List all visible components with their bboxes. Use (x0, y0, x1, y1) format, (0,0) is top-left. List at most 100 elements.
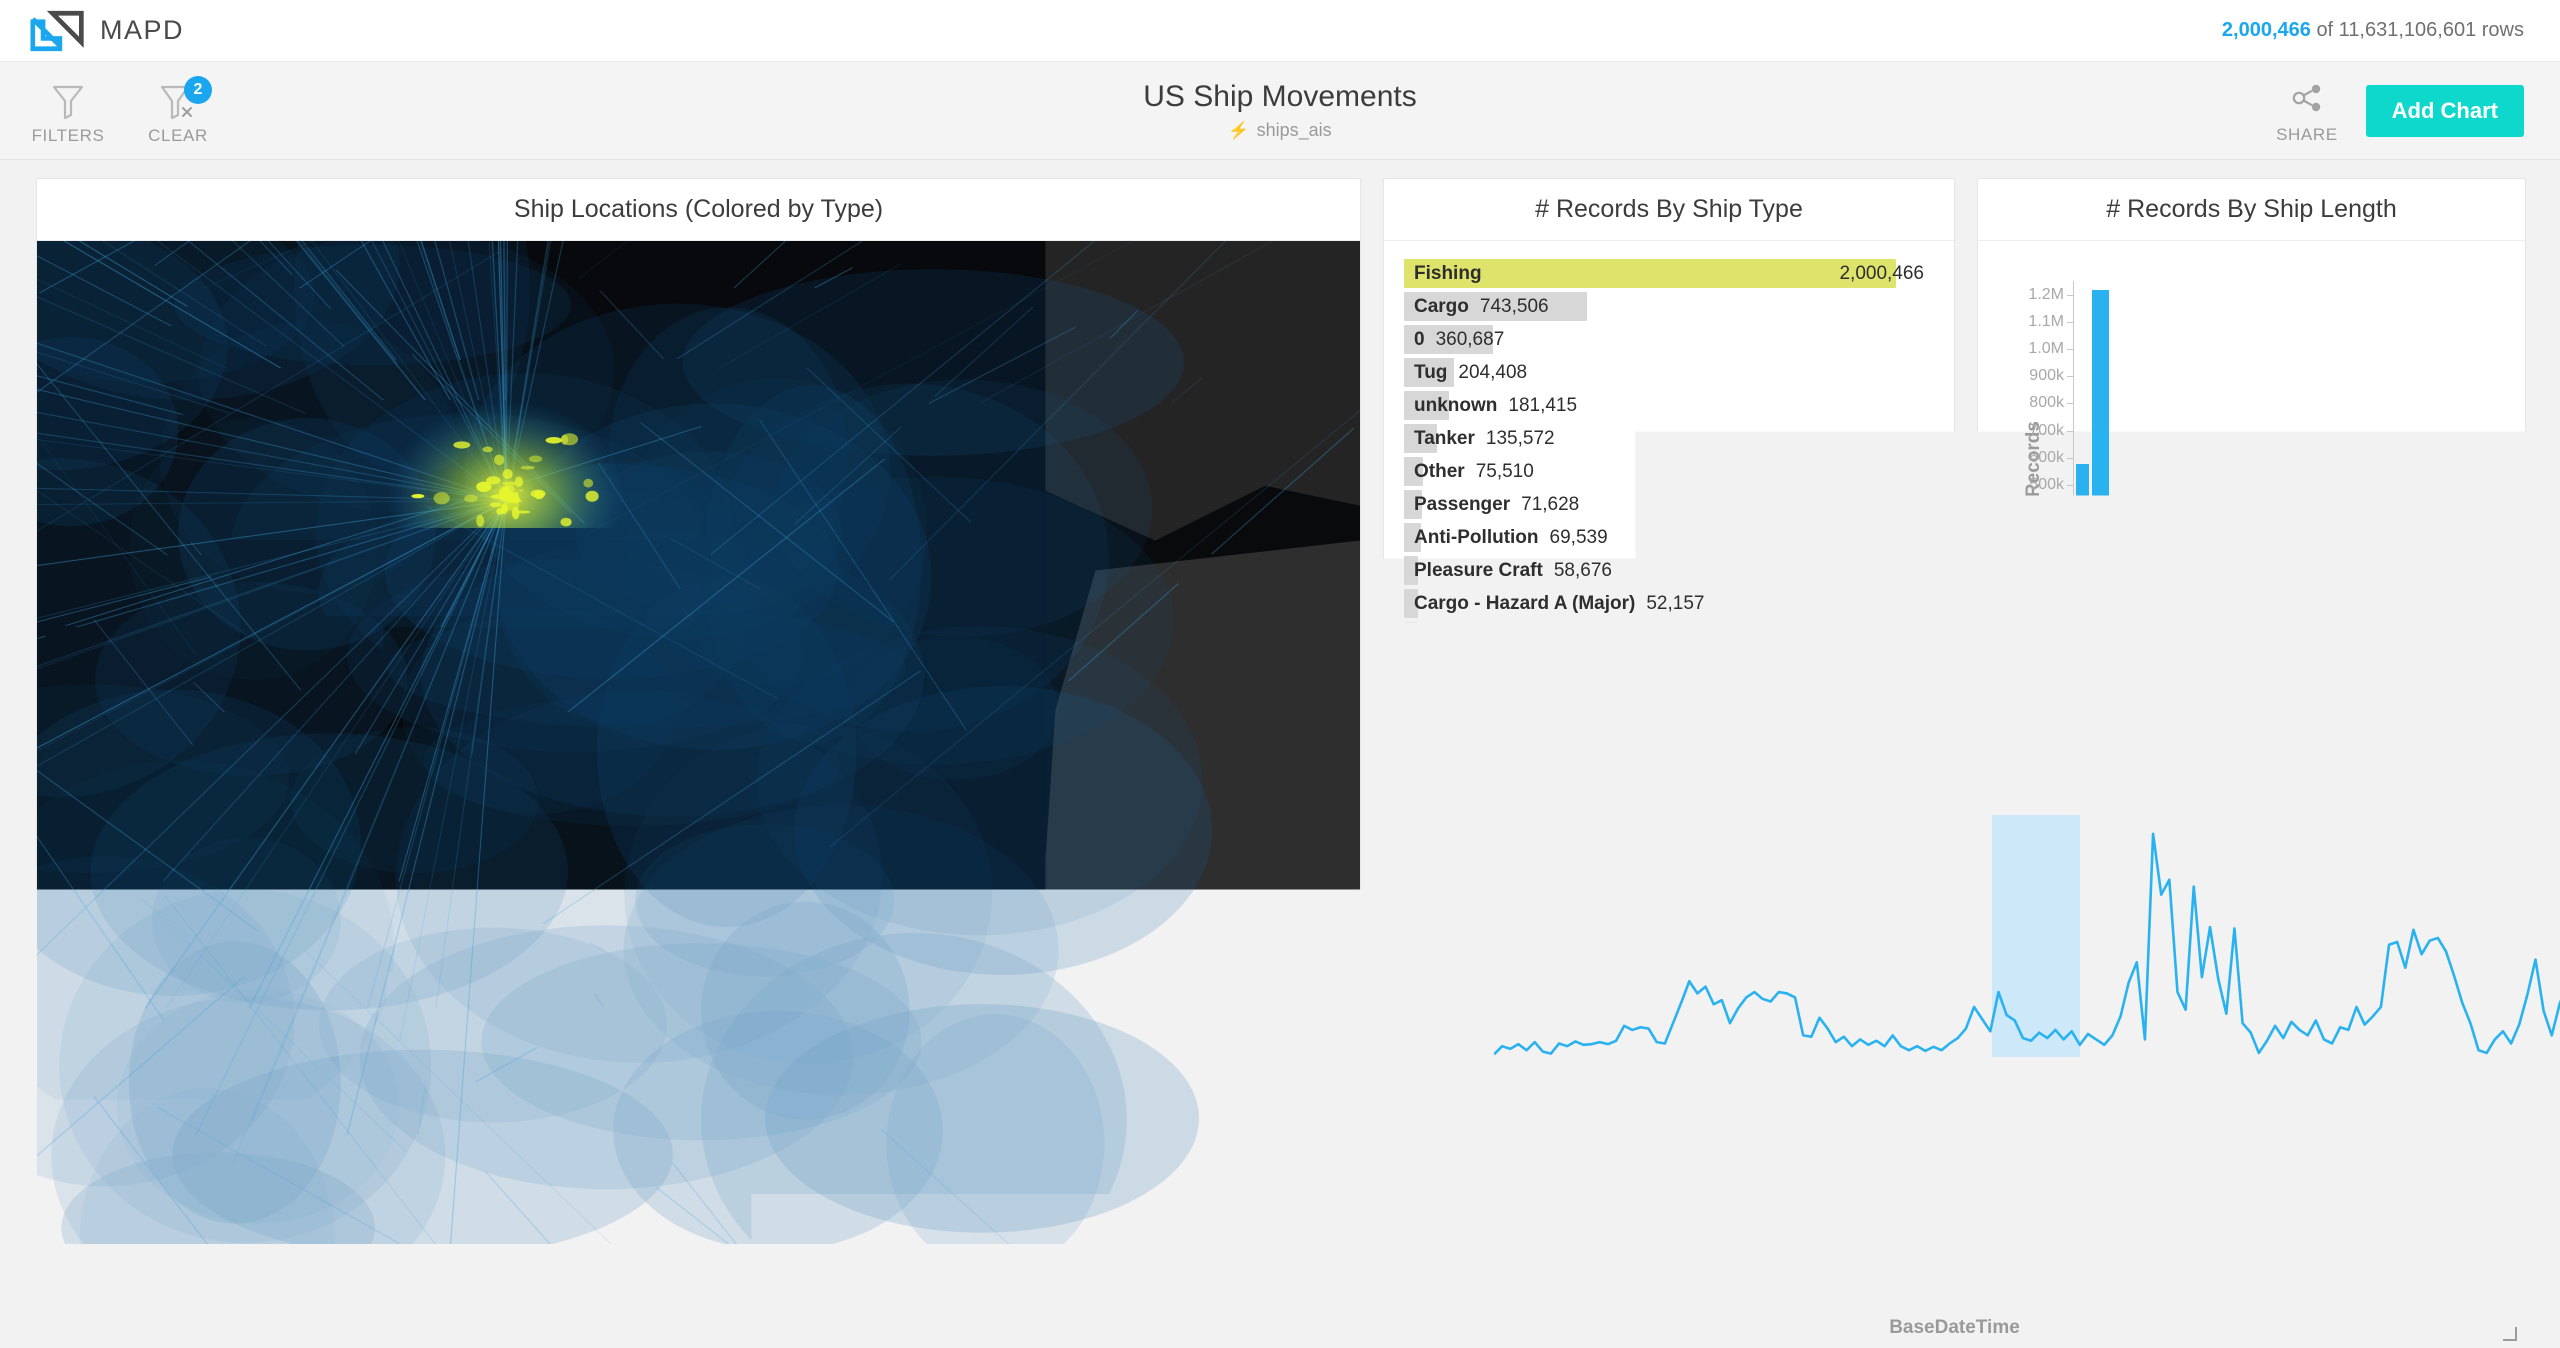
zoom-to-input[interactable] (1168, 263, 1338, 305)
lasso-select-icon[interactable] (74, 361, 104, 391)
ship-type-row[interactable]: Other 75,510 (1404, 455, 1934, 488)
ship-type-chart-body: Fishing 2,000,466 Cargo 743,506 0 360,687 Tug 2… (1384, 241, 1954, 693)
top-bar: MAPD 2,000,466 of 11,631,106,601 rows (0, 0, 2560, 62)
ship-type-row-text: Tanker 135,572 (1404, 428, 1934, 450)
attrib-mapbox[interactable]: © Mapbox (945, 1317, 1018, 1335)
ship-type-name: SAR (1414, 626, 1454, 648)
map-canvas[interactable]: Neah Bay (37, 241, 1360, 1244)
time-y-axis-label: # Records (1423, 1017, 1445, 1109)
clear-filters-button[interactable]: 2 CLEAR (128, 76, 228, 146)
filters-label: FILTERS (32, 126, 105, 146)
ship-type-row-text: Anti-Pollution 69,539 (1404, 527, 1934, 549)
histogram-bar[interactable] (2203, 618, 2218, 620)
x-axis-tick (2474, 621, 2475, 627)
ship-type-row[interactable]: unknown 181,415 (1404, 389, 1934, 422)
x-axis-tick (2341, 621, 2342, 627)
data-source: ⚡ ships_ais (1228, 120, 1331, 141)
lightning-bolt-icon: ⚡ (1228, 121, 1249, 141)
add-chart-button[interactable]: Add Chart (2366, 85, 2524, 137)
clear-filters-badge: 2 (184, 76, 212, 104)
ship-type-row-text: Cargo 743,506 (1404, 296, 1934, 318)
histogram-bar[interactable] (2173, 610, 2189, 620)
x-axis-tick-label: 300 (2460, 630, 2488, 650)
time-chart-header: # Records By Time (1384, 717, 2525, 779)
charts-top-row: # Records By Ship Type Fishing 2,000,466 C… (1383, 178, 2526, 694)
y-axis-tick (2067, 485, 2073, 486)
ship-type-row-text: Fishing 2,000,466 (1404, 263, 1934, 285)
ship-type-row-list[interactable]: Fishing 2,000,466 Cargo 743,506 0 360,687 Tug 2… (1404, 257, 1934, 651)
ship-type-value: 2,000,466 (1839, 263, 1934, 285)
funnel-icon (50, 82, 86, 122)
time-range-label: Jun 12, 2011 − Nov 20, 2011 (2254, 791, 2489, 812)
ship-type-row-text: Passenger 71,628 (1404, 494, 1934, 516)
page-title: US Ship Movements (1143, 80, 1416, 114)
ship-type-row[interactable]: SAR 42,500 (1404, 620, 1934, 651)
ship-type-name: Tanker (1414, 428, 1475, 450)
ship-type-row[interactable]: Anti-Pollution 69,539 (1404, 521, 1934, 554)
funnel-clear-icon[interactable] (1410, 196, 1440, 233)
share-button[interactable]: SHARE (2276, 77, 2338, 145)
brand[interactable]: MAPD (30, 10, 184, 52)
dashboard-toolbar: FILTERS 2 CLEAR US Ship Movements ⚡ ship… (0, 62, 2560, 160)
x-axis-tick-label: 2,000,000 (1820, 664, 1896, 684)
time-chart-card: # Records By Time BIN: auto 1y 1q 1mo 1w Jun… (1383, 716, 2526, 1348)
map-body[interactable]: Neah Bay Zoom to Mapbox © Mapbox © OpenS… (37, 241, 1360, 1347)
ship-type-name: Tug (1414, 362, 1447, 384)
x-axis-tick-label: 2011 (1883, 1066, 1920, 1086)
map-place-label: Neah Bay (1225, 944, 1309, 965)
ship-length-plot[interactable]: 0.0 100k 200k 300k 400k 500k 600k 700k 800k 900k 1… (2073, 281, 2560, 621)
circle-select-icon[interactable] (74, 273, 104, 303)
attrib-openstreetmap[interactable]: © OpenStreetMap (1040, 1317, 1169, 1335)
row-count-selected: 2,000,466 (2222, 19, 2311, 41)
ship-type-row-text: Other 75,510 (1404, 461, 1934, 483)
attrib-improve-map[interactable]: Improve this map (1191, 1317, 1314, 1335)
histogram-bar[interactable] (2116, 591, 2132, 620)
map-resize-grip[interactable] (1338, 1327, 1352, 1341)
histogram-bar[interactable] (2252, 602, 2271, 620)
ship-type-row-text: SAR 42,500 (1404, 626, 1934, 648)
ship-type-row-text: unknown 181,415 (1404, 395, 1934, 417)
histogram-bar[interactable] (2076, 464, 2089, 620)
ship-type-row[interactable]: Tug 204,408 (1404, 356, 1934, 389)
time-series-line (1494, 815, 2560, 1059)
ship-type-row[interactable]: Pleasure Craft 58,676 (1404, 554, 1934, 587)
ship-type-row-text: Cargo - Hazard A (Major) 52,157 (1404, 593, 1934, 615)
mapd-logo-icon (30, 10, 86, 52)
ship-type-row[interactable]: Tanker 135,572 (1404, 422, 1934, 455)
x-axis-tick-label: 2010 (1678, 1066, 1716, 1086)
time-chart-title: # Records By Time (1849, 733, 2060, 762)
charts-column: # Records By Ship Type Fishing 2,000,466 C… (1383, 178, 2526, 1348)
ship-type-value: 181,415 (1508, 395, 1577, 417)
x-axis-tick-label: 2012 (2085, 1066, 2123, 1086)
ship-type-row-text: Pleasure Craft 58,676 (1404, 560, 1934, 582)
filters-button[interactable]: FILTERS (18, 76, 118, 146)
ship-type-name: 0 (1414, 329, 1425, 351)
axis-line (1404, 653, 1934, 654)
polygon-select-icon[interactable] (74, 317, 104, 347)
ship-type-x-axis: 0 1,000,000 2,000,000 (1404, 653, 1934, 693)
x-axis-tick-label: 2013 (2289, 1066, 2327, 1086)
ship-type-value: 75,510 (1476, 461, 1534, 483)
ship-type-value: 135,572 (1486, 428, 1555, 450)
funnel-clear-icon[interactable] (1410, 734, 1440, 771)
ship-type-row[interactable]: Fishing 2,000,466 (1404, 257, 1934, 290)
y-axis-tick (2067, 376, 2073, 377)
ship-type-value: 52,157 (1646, 593, 1704, 615)
row-count: 2,000,466 of 11,631,106,601 rows (2222, 19, 2524, 42)
map-chart-title: Ship Locations (Colored by Type) (514, 195, 883, 224)
y-axis-tick (2067, 567, 2073, 568)
ship-type-row-text: Tug 204,408 (1404, 362, 1934, 384)
ship-type-row[interactable]: Cargo 743,506 (1404, 290, 1934, 323)
ship-type-name: Cargo (1414, 296, 1469, 318)
ship-type-row[interactable]: Cargo - Hazard A (Major) 52,157 (1404, 587, 1934, 620)
ship-type-row[interactable]: Passenger 71,628 (1404, 488, 1934, 521)
x-axis-tick-label: 200 (2326, 630, 2354, 650)
ship-type-row[interactable]: 0 360,687 (1404, 323, 1934, 356)
time-chart-body[interactable]: BIN: auto 1y 1q 1mo 1w Jun 12, 2011 − Nov 20… (1384, 779, 2525, 1347)
y-axis-tick (2067, 403, 2073, 404)
time-plot[interactable]: 20k 40k 60k 80k 100k 120k 140k 160k 2009 2010 2011… (1494, 827, 2560, 1057)
ship-length-chart-body[interactable]: # Records 0.0 100k 200k 300k 400k 500k 600k 700… (1978, 241, 2525, 693)
histogram-bar[interactable] (2092, 290, 2109, 620)
y-axis-tick (2067, 458, 2073, 459)
ship-type-value: 204,408 (1458, 362, 1527, 384)
